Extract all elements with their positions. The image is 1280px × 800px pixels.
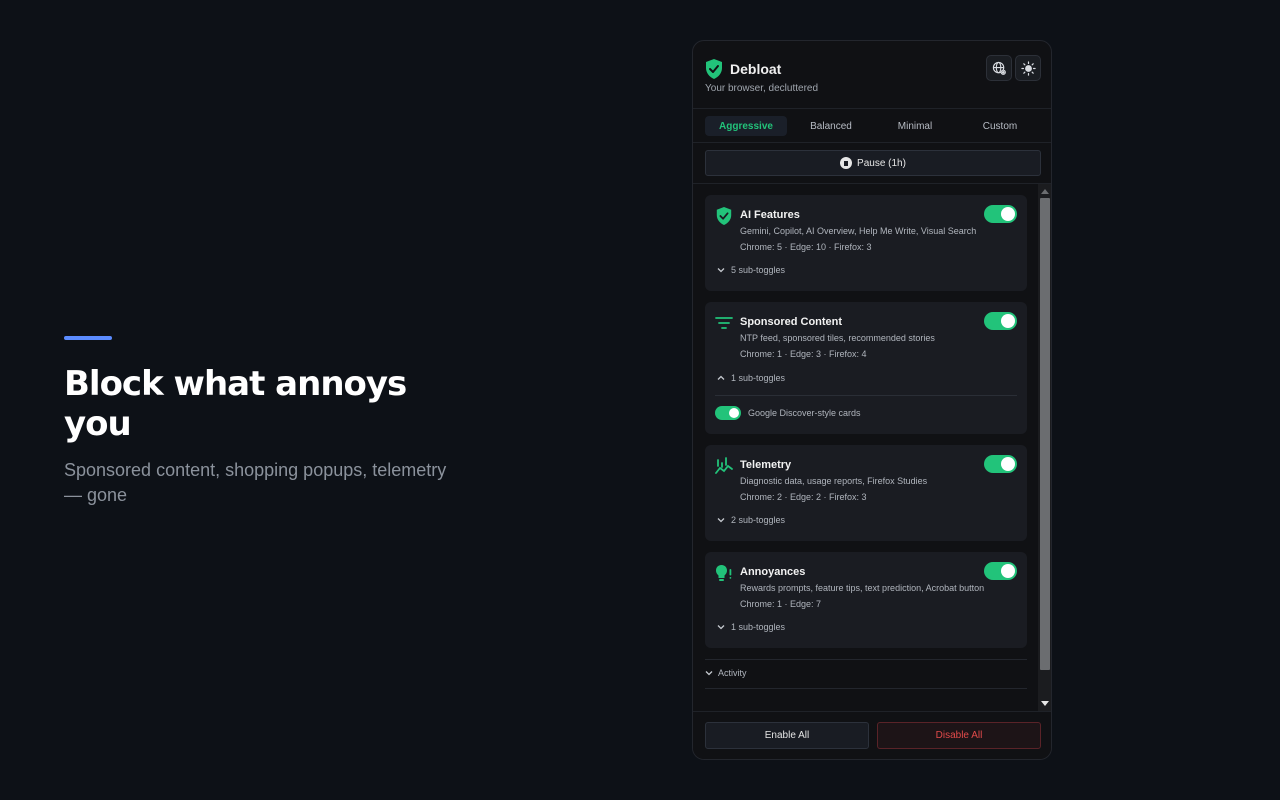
feature-card-annoyances: Annoyances Rewards prompts, feature tips…: [705, 552, 1027, 648]
tab-aggressive[interactable]: Aggressive: [705, 116, 787, 136]
hero-subtitle: Sponsored content, shopping popups, tele…: [64, 460, 447, 505]
scrollbar-thumb[interactable]: [1040, 198, 1050, 670]
card-description: NTP feed, sponsored tiles, recommended s…: [740, 333, 935, 343]
hero-section: Block what annoys you Sponsored content,…: [64, 336, 464, 508]
globe-settings-icon: [992, 61, 1006, 75]
sub-toggle-label: Google Discover-style cards: [748, 408, 861, 418]
popup-header: Debloat Your browser, decluttered: [693, 41, 1051, 109]
theme-toggle-button[interactable]: [1015, 55, 1041, 81]
subtoggles-label: 1 sub-toggles: [731, 373, 786, 383]
card-counts: Chrome: 5 · Edge: 10 · Firefox: 3: [740, 242, 872, 252]
chevron-down-icon: [717, 518, 725, 523]
extension-popup: Debloat Your browser, decluttered Aggres…: [692, 40, 1052, 760]
preset-tabs: Aggressive Balanced Minimal Custom: [693, 109, 1051, 143]
enable-all-button[interactable]: Enable All: [705, 722, 869, 749]
subtoggles-expander[interactable]: 2 sub-toggles: [717, 515, 785, 525]
subtoggles-expander[interactable]: 1 sub-toggles: [717, 373, 785, 383]
language-settings-button[interactable]: [986, 55, 1012, 81]
subtoggles-expander[interactable]: 1 sub-toggles: [717, 622, 785, 632]
features-list: AI Features Gemini, Copilot, AI Overview…: [693, 184, 1051, 711]
chevron-down-icon: [717, 268, 725, 273]
activity-label: Activity: [718, 668, 747, 678]
scrollbar[interactable]: [1038, 184, 1051, 711]
activity-section-toggle[interactable]: Activity: [705, 668, 747, 678]
tab-custom[interactable]: Custom: [959, 116, 1041, 136]
card-title: AI Features: [740, 209, 800, 221]
chevron-up-icon: [717, 375, 725, 380]
card-divider: [715, 395, 1017, 396]
card-description: Gemini, Copilot, AI Overview, Help Me Wr…: [740, 226, 977, 236]
pause-icon: [840, 157, 853, 169]
subtoggles-label: 1 sub-toggles: [731, 622, 786, 632]
hero-accent-bar: [64, 336, 112, 340]
card-description: Rewards prompts, feature tips, text pred…: [740, 583, 985, 593]
chevron-down-icon: [705, 671, 713, 676]
card-title: Annoyances: [740, 566, 806, 578]
section-divider: [705, 659, 1027, 660]
shield-check-icon: [706, 59, 722, 79]
chevron-down-icon: [717, 625, 725, 630]
telemetry-toggle[interactable]: [984, 455, 1017, 473]
tab-balanced[interactable]: Balanced: [790, 116, 872, 136]
pause-label: Pause (1h): [857, 157, 906, 169]
feature-card-ai: AI Features Gemini, Copilot, AI Overview…: [705, 195, 1027, 291]
hero-title: Block what annoys you: [64, 364, 407, 444]
subtoggles-label: 2 sub-toggles: [731, 515, 786, 525]
scroll-up-arrow[interactable]: [1041, 189, 1049, 194]
scroll-down-arrow[interactable]: [1041, 701, 1049, 706]
pause-button[interactable]: Pause (1h): [705, 150, 1041, 176]
tab-minimal[interactable]: Minimal: [874, 116, 956, 136]
chart-activity-icon: [715, 457, 733, 474]
feature-card-sponsored: Sponsored Content NTP feed, sponsored ti…: [705, 302, 1027, 434]
shield-check-icon: [716, 207, 732, 225]
card-counts: Chrome: 1 · Edge: 3 · Firefox: 4: [740, 349, 867, 359]
sponsored-content-toggle[interactable]: [984, 312, 1017, 330]
brand-tagline: Your browser, decluttered: [705, 83, 819, 94]
subtoggles-expander[interactable]: 5 sub-toggles: [717, 265, 785, 275]
brand-name: Debloat: [730, 61, 782, 77]
popup-footer: Enable All Disable All: [693, 711, 1051, 759]
ai-features-toggle[interactable]: [984, 205, 1017, 223]
card-title: Sponsored Content: [740, 316, 843, 328]
card-counts: Chrome: 1 · Edge: 7: [740, 599, 822, 609]
sun-icon: [1020, 60, 1036, 76]
card-counts: Chrome: 2 · Edge: 2 · Firefox: 3: [740, 492, 867, 502]
lightbulb-alert-icon: [716, 565, 732, 581]
annoyances-toggle[interactable]: [984, 562, 1017, 580]
section-divider: [705, 688, 1027, 689]
subtoggles-label: 5 sub-toggles: [731, 265, 786, 275]
filter-lines-icon: [715, 317, 733, 329]
feature-card-telemetry: Telemetry Diagnostic data, usage reports…: [705, 445, 1027, 541]
discover-cards-toggle[interactable]: [715, 406, 741, 420]
pause-row: Pause (1h): [693, 143, 1051, 184]
card-description: Diagnostic data, usage reports, Firefox …: [740, 476, 928, 486]
disable-all-button[interactable]: Disable All: [877, 722, 1041, 749]
card-title: Telemetry: [740, 459, 792, 471]
